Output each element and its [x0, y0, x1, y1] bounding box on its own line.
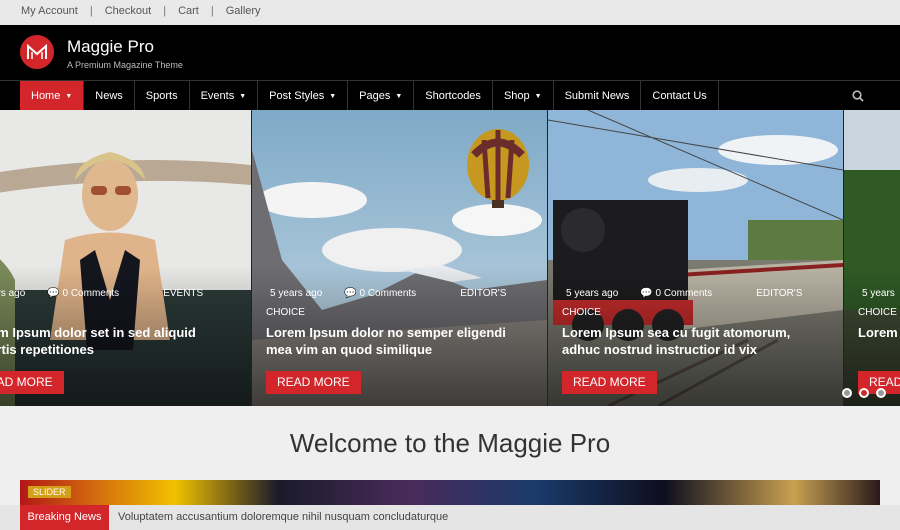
slide-title[interactable]: Lorem Ipsum dolor set in sed aliquid lob… — [0, 324, 237, 358]
nav-item-shortcodes[interactable]: Shortcodes — [413, 81, 492, 111]
slide[interactable]: 5 years ago 💬 0 Comments EVENTS Lorem Ip… — [0, 110, 251, 406]
top-links: My Account | Checkout | Cart | Gallery — [21, 5, 261, 17]
nav-label: Events — [200, 90, 235, 102]
breaking-news-bar: Breaking News Voluptatem accusantium dol… — [0, 505, 900, 530]
nav-item-pages[interactable]: Pages ▼ — [347, 81, 413, 111]
category-continued[interactable]: CHOICE — [266, 307, 305, 318]
separator: | — [163, 5, 167, 17]
nav-label: Post Styles — [269, 90, 325, 102]
slide-title[interactable]: Lorem Ipsum dolor no semper eligendi mea… — [266, 324, 534, 358]
comments-link[interactable]: 💬 0 Comments — [344, 288, 438, 299]
checkout-link[interactable]: Checkout — [105, 5, 151, 17]
nav-label: Submit News — [564, 90, 630, 102]
separator: | — [89, 5, 93, 17]
nav-label: Home — [31, 90, 61, 102]
read-more-button[interactable]: READ MORE — [0, 371, 64, 394]
nav-label: Pages — [359, 90, 391, 102]
cart-link[interactable]: Cart — [178, 5, 199, 17]
category-link[interactable]: EDITOR'S — [460, 288, 506, 299]
chevron-down-icon: ▼ — [65, 93, 73, 100]
main-nav: Home ▼ News Sports Events ▼ Post Styles ▼ P… — [0, 80, 900, 111]
post-time: 5 years ago — [270, 288, 323, 299]
comments-link[interactable]: 💬 0 Comments — [640, 288, 734, 299]
nav-item-contact-us[interactable]: Contact Us — [640, 81, 719, 111]
site-header: Maggie Pro A Premium Magazine Theme — [0, 25, 900, 80]
nav-item-submit-news[interactable]: Submit News — [552, 81, 641, 111]
chevron-down-icon: ▼ — [534, 93, 542, 100]
site-title[interactable]: Maggie Pro — [67, 37, 154, 57]
slide[interactable]: 5 years ago 💬 0 Comments EDITOR'S CHOICE… — [548, 110, 843, 406]
featured-slider: 5 years ago 💬 0 Comments EVENTS Lorem Ip… — [0, 110, 900, 406]
chevron-down-icon: ▼ — [395, 93, 403, 100]
search-icon[interactable] — [852, 90, 864, 102]
slider-dot[interactable] — [842, 388, 852, 398]
post-time: 5 years ago — [0, 288, 26, 299]
slide-meta: 5 years ago 💬 0 Comments EDITOR'S — [566, 288, 824, 299]
slider-dot[interactable] — [859, 388, 869, 398]
slide[interactable]: 5 years CHOICE Lorem tamqua READ — [844, 110, 900, 406]
read-more-button[interactable]: READ MORE — [266, 371, 361, 394]
category-badge[interactable]: SLIDER — [28, 486, 71, 498]
post-time: 5 years ago — [566, 288, 619, 299]
breaking-news-headline[interactable]: Voluptatem accusantium doloremque nihil … — [118, 505, 448, 530]
featured-image-strip[interactable]: SLIDER — [20, 480, 880, 505]
comment-count: 0 Comments — [62, 288, 120, 299]
slide[interactable]: 5 years ago 💬 0 Comments EDITOR'S CHOICE… — [252, 110, 547, 406]
nav-item-post-styles[interactable]: Post Styles ▼ — [257, 81, 347, 111]
logo-icon[interactable] — [20, 35, 54, 69]
read-more-button[interactable]: READ MORE — [562, 371, 657, 394]
welcome-heading: Welcome to the Maggie Pro — [289, 428, 611, 458]
nav-label: Shop — [503, 90, 530, 102]
separator: | — [210, 5, 214, 17]
slide-meta: 5 years ago 💬 0 Comments EVENTS — [0, 288, 225, 299]
category-link[interactable]: EVENTS — [163, 288, 203, 299]
my-account-link[interactable]: My Account — [21, 5, 78, 17]
slider-pagination — [842, 388, 893, 398]
gallery-link[interactable]: Gallery — [226, 5, 261, 17]
comment-count: 0 Comments — [655, 288, 713, 299]
nav-label: News — [95, 90, 123, 102]
nav-item-shop[interactable]: Shop ▼ — [491, 81, 553, 111]
nav-item-home[interactable]: Home ▼ — [20, 81, 84, 111]
nav-label: Shortcodes — [425, 90, 481, 102]
chevron-down-icon: ▼ — [329, 93, 337, 100]
top-bar: My Account | Checkout | Cart | Gallery — [0, 0, 900, 25]
category-link[interactable]: EDITOR'S — [756, 288, 802, 299]
comment-count: 0 Comments — [359, 288, 417, 299]
category-continued[interactable]: CHOICE — [858, 307, 897, 318]
slider-dot[interactable] — [876, 388, 886, 398]
post-time: 5 years — [862, 288, 895, 299]
nav-item-events[interactable]: Events ▼ — [188, 81, 258, 111]
nav-item-news[interactable]: News — [83, 81, 134, 111]
breaking-news-label: Breaking News — [20, 505, 109, 530]
category-continued[interactable]: CHOICE — [562, 307, 601, 318]
slide-meta: 5 years ago 💬 0 Comments EDITOR'S — [270, 288, 528, 299]
nav-label: Contact Us — [652, 90, 707, 102]
slide-title[interactable]: Lorem Ipsum sea cu fugit atomorum, adhuc… — [562, 324, 830, 358]
chevron-down-icon: ▼ — [239, 93, 247, 100]
site-tagline: A Premium Magazine Theme — [67, 60, 183, 70]
slide-meta: 5 years — [862, 288, 900, 299]
slide-title[interactable]: Lorem tamqua — [858, 324, 900, 341]
nav-label: Sports — [145, 90, 178, 102]
nav-item-sports[interactable]: Sports — [133, 81, 189, 111]
comments-link[interactable]: 💬 0 Comments — [47, 288, 141, 299]
